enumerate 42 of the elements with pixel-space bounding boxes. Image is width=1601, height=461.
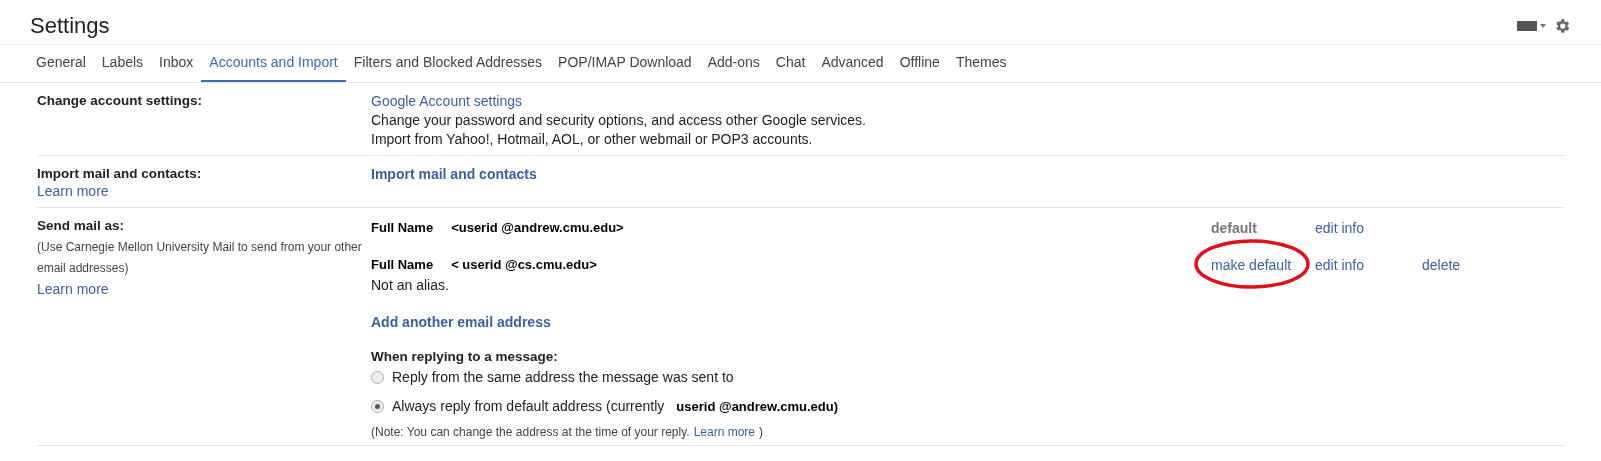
radio-label: Always reply from default address (currently <box>392 398 665 414</box>
add-address-link[interactable]: Add another email address <box>371 314 1564 330</box>
note-text: (Note: You can change the address at the time of your reply. <box>371 425 690 439</box>
note-text: ) <box>759 425 763 439</box>
alias-text: Not an alias. <box>371 276 450 295</box>
learn-more-link[interactable]: Learn more <box>37 281 371 297</box>
settings-tab[interactable]: Themes <box>947 45 1015 82</box>
settings-tab[interactable]: Filters and Blocked Addresses <box>345 45 551 82</box>
settings-tab[interactable]: Accounts and Import <box>201 45 346 82</box>
default-label: default <box>1211 220 1257 236</box>
account-action-link[interactable]: edit info <box>1315 255 1422 275</box>
page-title: Settings <box>30 13 110 39</box>
account-action-link[interactable]: delete <box>1422 255 1529 275</box>
section-label: Import mail and contacts: <box>37 166 203 181</box>
radio-button[interactable] <box>371 370 384 384</box>
settings-tab[interactable]: Add-ons <box>699 45 768 82</box>
account-name: Full Name <box>371 256 434 274</box>
description-text: Change your password and security options, and access other Google services. <box>371 112 866 128</box>
import-link[interactable]: Import mail and contacts <box>371 166 537 182</box>
note-text: (Use Carnegie Mellon University Mail to send from your other email addresses) <box>37 239 363 277</box>
settings-tab[interactable]: Inbox <box>151 45 202 82</box>
radio-label: Reply from the same address the message was sent to <box>392 369 734 385</box>
account-name: Full Name <box>371 219 434 237</box>
account-address: < userid @cs.cmu.edu> <box>451 256 597 274</box>
account-action-link[interactable]: edit info <box>1315 218 1422 238</box>
keyboard-icon[interactable] <box>1517 20 1547 32</box>
description-text: Import from Yahoo!, Hotmail, AOL, or other webmail or POP3 accounts. <box>371 131 814 147</box>
settings-tab[interactable]: Advanced <box>813 45 892 82</box>
learn-more-link[interactable]: Learn more <box>37 183 371 199</box>
account-address: <userid @andrew.cmu.edu> <box>451 219 624 237</box>
account-settings-link[interactable]: Google Account settings <box>371 93 866 109</box>
radio-button[interactable] <box>371 399 384 413</box>
section-label: Change account settings: <box>37 93 204 108</box>
settings-tab[interactable]: General <box>28 45 94 82</box>
settings-tab[interactable]: Offline <box>891 45 948 82</box>
settings-tab[interactable]: Chat <box>767 45 814 82</box>
reply-heading: When replying to a message: <box>371 349 559 364</box>
section-label: Send mail as: <box>37 218 126 233</box>
settings-tab[interactable]: POP/IMAP Download <box>550 45 700 82</box>
settings-tab[interactable]: Labels <box>93 45 152 82</box>
default-address: userid @andrew.cmu.edu) <box>676 398 839 414</box>
learn-more-link[interactable]: Learn more <box>693 425 755 439</box>
